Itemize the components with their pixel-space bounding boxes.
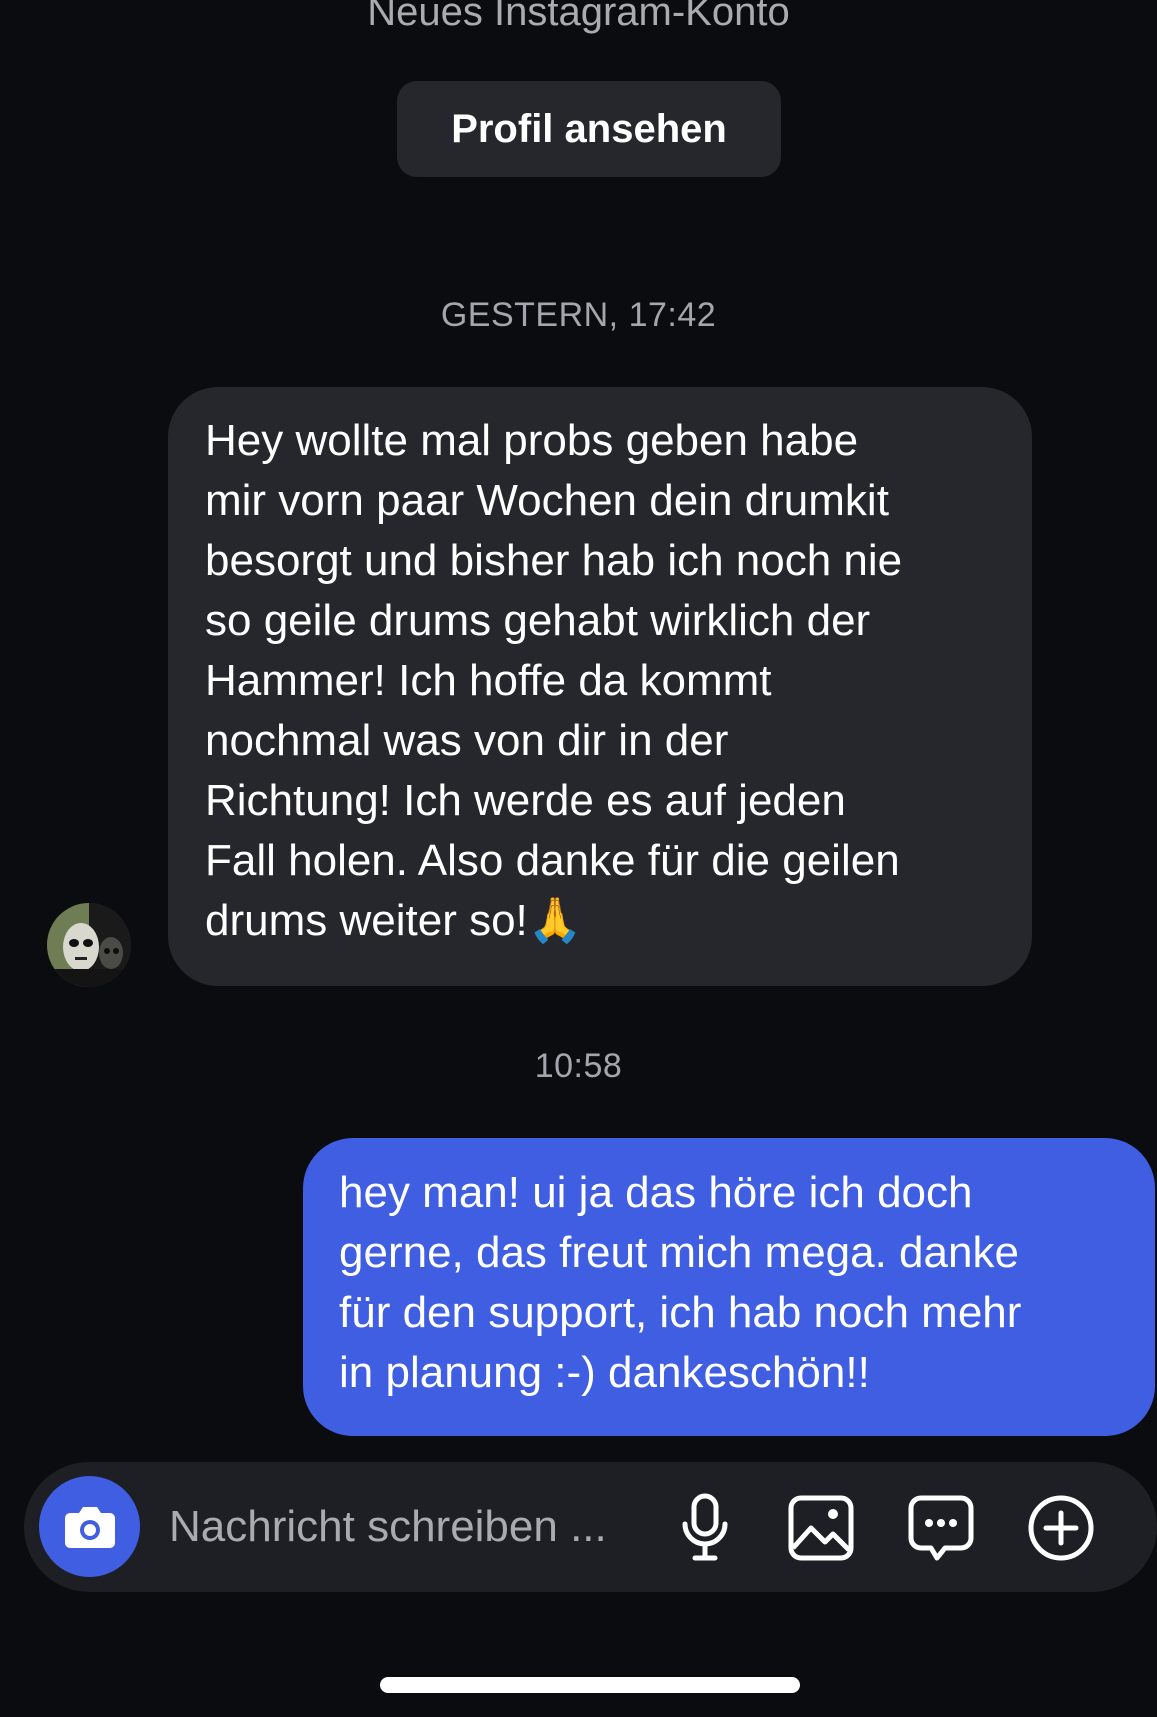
- home-indicator[interactable]: [380, 1677, 800, 1693]
- message-timestamp: 10:58: [534, 1047, 623, 1085]
- camera-button[interactable]: [39, 1476, 140, 1577]
- camera-icon: [64, 1506, 115, 1548]
- microphone-button[interactable]: [669, 1492, 741, 1564]
- plus-circle-icon: [1028, 1495, 1094, 1561]
- message-timestamp: GESTERN, 17:42: [440, 296, 717, 334]
- outgoing-message-bubble[interactable]: hey man! ui ja das höre ich doch gerne, …: [303, 1138, 1155, 1436]
- gallery-button[interactable]: [785, 1492, 857, 1564]
- message-input[interactable]: [169, 1462, 669, 1592]
- message-composer: [24, 1462, 1157, 1592]
- sticker-button[interactable]: [905, 1492, 977, 1564]
- sticker-icon: [908, 1495, 974, 1561]
- image-icon: [788, 1495, 854, 1561]
- account-subtitle: Neues Instagram-Konto: [367, 0, 790, 34]
- more-options-button[interactable]: [1025, 1492, 1097, 1564]
- view-profile-button[interactable]: Profil ansehen: [397, 81, 781, 177]
- microphone-icon: [682, 1493, 728, 1561]
- avatar-image: [47, 903, 131, 987]
- incoming-message-bubble[interactable]: Hey wollte mal probs geben habe mir vorn…: [168, 387, 1032, 986]
- avatar[interactable]: [47, 903, 131, 987]
